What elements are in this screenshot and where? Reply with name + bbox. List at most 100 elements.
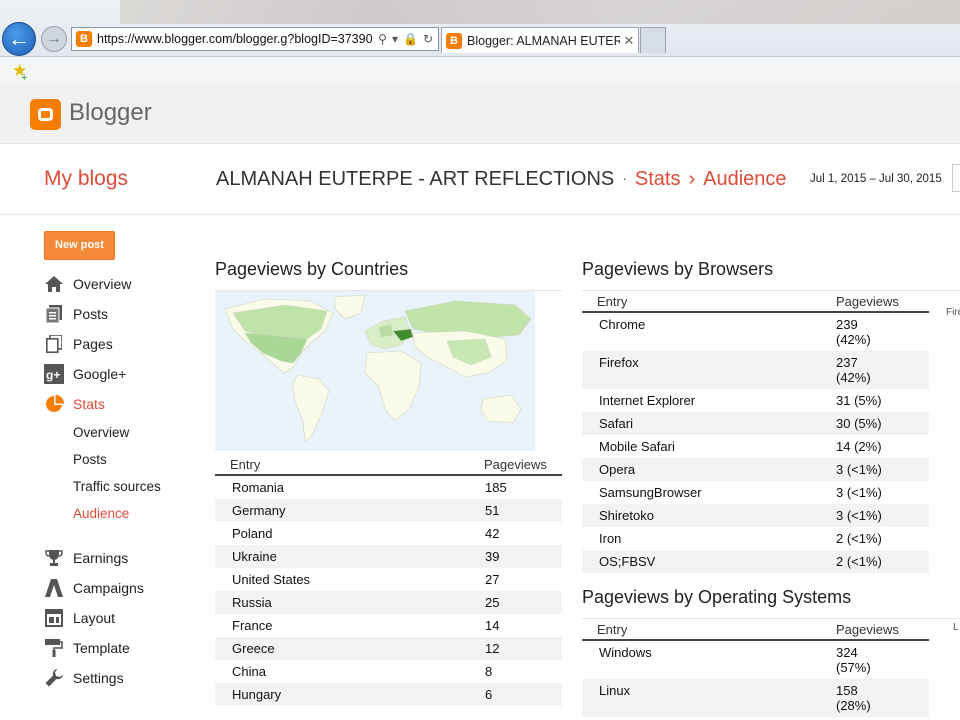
row-entry[interactable]: France xyxy=(215,618,485,633)
campaigns-icon xyxy=(44,578,64,598)
favorites-bar: ★ + xyxy=(0,56,960,85)
breadcrumb-audience: Audience xyxy=(703,168,787,190)
sidebar-item-label: Posts xyxy=(73,306,109,322)
table-row: Mobile Safari 14 (2%) xyxy=(582,435,929,458)
close-tab-icon[interactable]: ✕ xyxy=(620,33,638,49)
sidebar-item-label: Stats xyxy=(73,396,105,412)
row-pageviews: 30 (5%) xyxy=(836,416,882,431)
sidebar-item-label: Earnings xyxy=(73,550,129,566)
address-bar[interactable]: B https://www.blogger.com/blogger.g?blog… xyxy=(71,27,439,51)
svg-text:g+: g+ xyxy=(46,368,60,382)
row-entry[interactable]: China xyxy=(215,664,485,679)
blogger-favicon-icon: B xyxy=(76,31,92,47)
sidebar-item-settings[interactable]: Settings xyxy=(44,667,124,689)
os-title: Pageviews by Operating Systems xyxy=(582,587,852,607)
row-entry[interactable]: Linux xyxy=(582,683,836,698)
my-blogs-link[interactable]: My blogs xyxy=(44,167,128,191)
stats-sub-overview[interactable]: Overview xyxy=(73,425,129,440)
row-entry[interactable]: Ukraine xyxy=(215,549,485,564)
row-pageviews: 239 (42%) xyxy=(836,317,871,347)
row-pageviews: 25 xyxy=(485,595,500,610)
new-tab-button[interactable] xyxy=(640,27,666,53)
row-entry[interactable]: Chrome xyxy=(582,317,836,332)
table-row: SamsungBrowser 3 (<1%) xyxy=(582,481,929,504)
row-entry[interactable]: Firefox xyxy=(582,355,836,370)
row-pageviews: 3 (<1%) xyxy=(836,508,882,523)
countries-title: Pageviews by Countries xyxy=(215,259,409,279)
row-pageviews: 3 (<1%) xyxy=(836,462,882,477)
col-pageviews[interactable]: Pageviews xyxy=(836,622,899,637)
table-row: Poland 42 xyxy=(215,522,562,545)
row-entry[interactable]: Germany xyxy=(215,503,485,518)
stats-sub-audience[interactable]: Audience xyxy=(73,506,129,521)
add-favorite-star-icon[interactable]: ★ + xyxy=(12,62,27,85)
row-entry[interactable]: Safari xyxy=(582,416,836,431)
row-entry[interactable]: Hungary xyxy=(215,687,485,702)
sidebar-item-google-plus[interactable]: g+ Google+ xyxy=(44,363,126,385)
blogger-wordmark[interactable]: Blogger xyxy=(69,99,152,127)
row-entry[interactable]: OS;FBSV xyxy=(582,554,836,569)
sidebar-item-earnings[interactable]: Earnings xyxy=(44,547,128,569)
new-post-button[interactable]: New post xyxy=(44,231,115,260)
table-row: OS;FBSV 2 (<1%) xyxy=(582,550,929,573)
row-pageviews: 12 xyxy=(485,641,500,656)
browsers-chart-legend: Fire xyxy=(946,307,960,318)
row-entry[interactable]: United States xyxy=(215,572,485,587)
table-row: China 8 xyxy=(215,660,562,683)
row-entry[interactable]: Shiretoko xyxy=(582,508,836,523)
stats-sub-posts[interactable]: Posts xyxy=(73,452,107,467)
table-header: Entry Pageviews xyxy=(582,291,929,313)
col-entry[interactable]: Entry xyxy=(582,622,836,637)
row-entry[interactable]: Internet Explorer xyxy=(582,393,836,408)
home-icon xyxy=(44,274,64,294)
table-row: Opera 3 (<1%) xyxy=(582,458,929,481)
table-row: United States 27 xyxy=(215,568,562,591)
breadcrumb-arrow: › xyxy=(688,168,696,190)
blog-name[interactable]: ALMANAH EUTERPE - ART REFLECTIONS xyxy=(216,168,614,190)
sidebar-item-label: Overview xyxy=(73,276,132,292)
world-map[interactable] xyxy=(215,291,535,451)
row-entry[interactable]: Poland xyxy=(215,526,485,541)
pages-icon xyxy=(44,334,64,354)
row-entry[interactable]: Opera xyxy=(582,462,836,477)
trophy-icon xyxy=(44,548,64,568)
row-entry[interactable]: Windows xyxy=(582,645,836,660)
sidebar-item-pages[interactable]: Pages xyxy=(44,333,113,355)
dropdown-icon[interactable]: ▾ xyxy=(392,32,398,46)
refresh-icon[interactable]: ↻ xyxy=(423,32,433,46)
col-pageviews[interactable]: Pageviews xyxy=(484,457,547,472)
row-entry[interactable]: SamsungBrowser xyxy=(582,485,836,500)
browser-tab[interactable]: B Blogger: ALMANAH EUTER... ✕ xyxy=(441,27,639,53)
row-pageviews: 51 xyxy=(485,503,500,518)
wrench-icon xyxy=(44,668,64,688)
row-pageviews: 3 (<1%) xyxy=(836,485,882,500)
table-row: Germany 51 xyxy=(215,499,562,522)
row-pageviews: 42 xyxy=(485,526,500,541)
row-entry[interactable]: Iron xyxy=(582,531,836,546)
back-button[interactable]: ← xyxy=(2,22,36,56)
row-entry[interactable]: Russia xyxy=(215,595,485,610)
sidebar-item-layout[interactable]: Layout xyxy=(44,607,115,629)
sidebar-item-overview[interactable]: Overview xyxy=(44,273,131,295)
date-range-selector[interactable] xyxy=(952,164,960,192)
forward-button[interactable]: → xyxy=(41,26,67,52)
col-entry[interactable]: Entry xyxy=(582,294,836,309)
breadcrumb-stats[interactable]: Stats xyxy=(635,168,681,190)
sidebar-item-template[interactable]: Template xyxy=(44,637,130,659)
col-entry[interactable]: Entry xyxy=(215,457,484,472)
row-entry[interactable]: Mobile Safari xyxy=(582,439,836,454)
sidebar-item-campaigns[interactable]: Campaigns xyxy=(44,577,144,599)
col-pageviews[interactable]: Pageviews xyxy=(836,294,899,309)
blogger-logo-icon[interactable] xyxy=(30,99,61,130)
lock-icon[interactable]: 🔒 xyxy=(403,32,418,46)
row-entry[interactable]: Greece xyxy=(215,641,485,656)
row-entry[interactable]: Romania xyxy=(215,480,485,495)
stats-sub-traffic-sources[interactable]: Traffic sources xyxy=(73,479,161,494)
sidebar-item-posts[interactable]: Posts xyxy=(44,303,108,325)
table-row: Russia 25 xyxy=(215,591,562,614)
address-url[interactable]: https://www.blogger.com/blogger.g?blogID… xyxy=(97,32,373,46)
breadcrumb: ALMANAH EUTERPE - ART REFLECTIONS · Stats ›… xyxy=(216,168,787,191)
search-icon[interactable]: ⚲ xyxy=(378,32,387,46)
sidebar-item-stats[interactable]: Stats xyxy=(44,393,105,415)
row-pageviews: 39 xyxy=(485,549,500,564)
